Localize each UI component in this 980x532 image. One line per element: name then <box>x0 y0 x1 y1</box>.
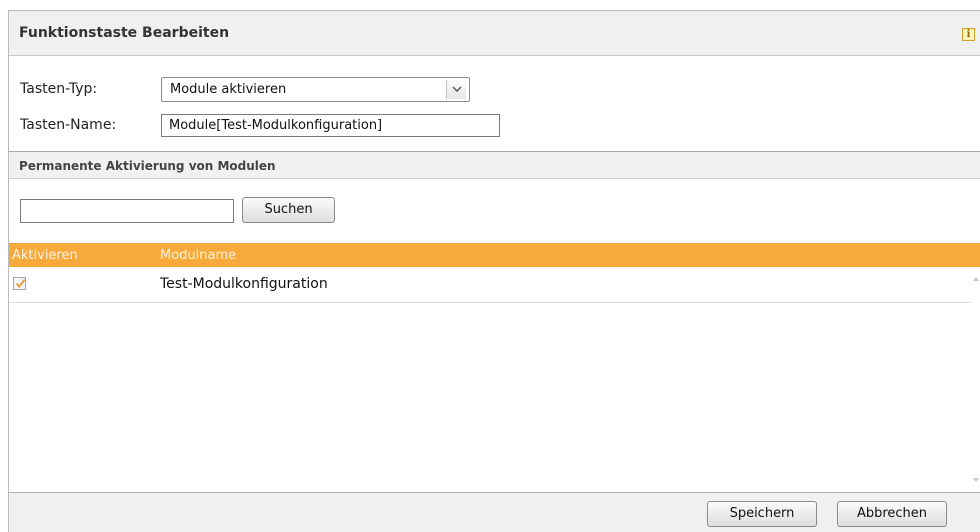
section-header: Permanente Aktivierung von Modulen <box>9 151 980 179</box>
dialog-title-bar: Funktionstaste Bearbeiten i <box>9 11 980 56</box>
table-scrollbar[interactable] <box>971 267 980 492</box>
scroll-down-arrow-icon[interactable] <box>973 478 979 482</box>
activate-checkbox[interactable] <box>13 277 26 290</box>
cancel-button[interactable]: Abbrechen <box>837 501 947 527</box>
dialog-title: Funktionstaste Bearbeiten <box>19 25 230 41</box>
key-type-label: Tasten-Typ: <box>20 81 98 97</box>
table-header: Aktivieren Modulname <box>9 243 980 267</box>
key-name-label: Tasten-Name: <box>20 117 117 133</box>
dialog-footer: Speichern Abbrechen <box>9 492 980 532</box>
key-type-selected-value: Module aktivieren <box>170 82 287 97</box>
search-button[interactable]: Suchen <box>242 197 335 223</box>
scroll-up-arrow-icon[interactable] <box>973 277 979 281</box>
module-name-cell: Test-Modulkonfiguration <box>160 276 328 292</box>
edit-function-key-dialog: Funktionstaste Bearbeiten i Tasten-Typ: … <box>8 10 980 532</box>
key-name-input[interactable] <box>161 114 500 137</box>
column-header-module-name[interactable]: Modulname <box>160 248 236 263</box>
chevron-down-icon[interactable] <box>446 80 466 99</box>
search-input[interactable] <box>20 199 234 223</box>
column-header-activate[interactable]: Aktivieren <box>12 248 78 263</box>
section-title: Permanente Aktivierung von Modulen <box>19 159 276 173</box>
table-row[interactable]: Test-Modulkonfiguration <box>9 267 971 303</box>
module-table-body: Test-Modulkonfiguration <box>9 267 971 492</box>
save-button[interactable]: Speichern <box>707 501 817 527</box>
info-icon[interactable]: i <box>962 28 975 41</box>
key-type-select[interactable]: Module aktivieren <box>161 77 470 102</box>
